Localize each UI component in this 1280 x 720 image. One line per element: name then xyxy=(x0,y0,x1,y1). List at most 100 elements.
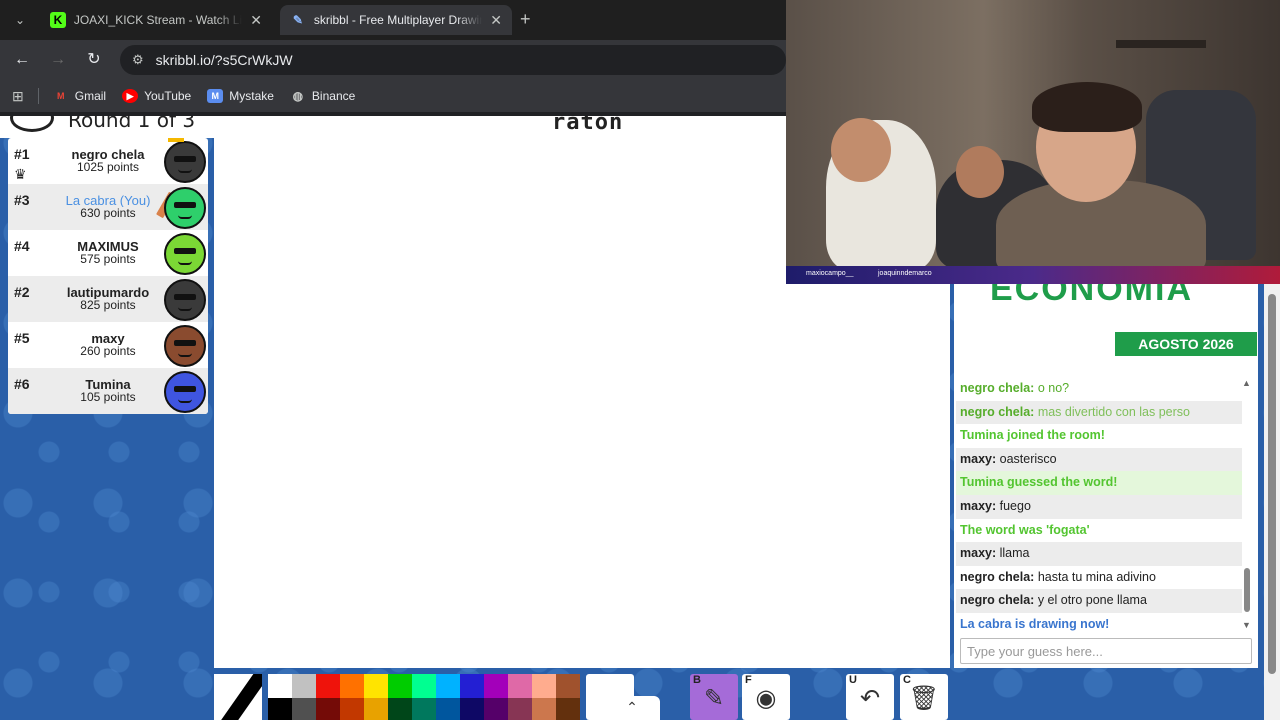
chat-scrollbar[interactable]: ▲ ▼ xyxy=(1242,378,1251,630)
player-row[interactable]: #5 maxy 260 points xyxy=(8,322,208,368)
game-header: Round 1 of 3 raton xyxy=(0,116,786,138)
close-tab-icon[interactable]: ✕ xyxy=(250,12,262,29)
drawing-canvas-extension[interactable] xyxy=(786,284,950,668)
player-row[interactable]: #6 Tumina 105 points xyxy=(8,368,208,414)
player-info: negro chela 1025 points xyxy=(52,148,164,174)
scroll-thumb[interactable] xyxy=(1244,568,1250,612)
guess-input[interactable] xyxy=(960,638,1252,664)
apps-grid-icon[interactable]: ⊞ xyxy=(12,88,24,105)
chat-messages: negro chela: o no? negro chela: mas diver… xyxy=(956,377,1242,637)
color-swatch[interactable] xyxy=(556,698,580,720)
bookmark-mystake[interactable]: M Mystake xyxy=(207,89,274,103)
message-text: y el otro pone llama xyxy=(1037,593,1147,608)
globe-icon: ◍ xyxy=(292,89,304,103)
skribbl-icon: ✎ xyxy=(292,13,303,27)
reload-icon[interactable]: ↻ xyxy=(84,50,104,70)
player-row[interactable]: #1 ♛ negro chela 1025 points xyxy=(8,138,208,184)
youtube-icon: ▶ xyxy=(122,89,139,103)
scroll-up-arrow-icon[interactable]: ▲ xyxy=(1242,378,1251,388)
message-text: llama xyxy=(999,546,1030,561)
tab-skribbl[interactable]: ✎ skribbl - Free Multiplayer Drawing ✕ xyxy=(280,5,512,35)
player-row[interactable]: #2 lautipumardo 825 points xyxy=(8,276,208,322)
color-swatch[interactable] xyxy=(316,674,340,698)
player-avatar xyxy=(164,141,206,183)
color-swatch[interactable] xyxy=(436,674,460,698)
crown-icon: ♛ xyxy=(14,166,27,182)
player-info: La cabra (You) 630 points xyxy=(52,194,164,220)
current-color-preview[interactable] xyxy=(214,674,262,720)
color-swatch[interactable] xyxy=(508,698,532,720)
player-points: 630 points xyxy=(80,206,136,220)
player-avatar xyxy=(164,279,206,321)
message-text: hasta tu mina adivino xyxy=(1037,569,1156,584)
page-scroll-thumb[interactable] xyxy=(1268,294,1276,674)
color-swatch[interactable] xyxy=(484,698,508,720)
drawing-canvas[interactable] xyxy=(214,138,786,668)
message-text: La cabra is drawing now! xyxy=(960,616,1110,631)
clock-icon xyxy=(10,116,54,132)
message-author: maxy: xyxy=(960,451,997,466)
color-swatch[interactable] xyxy=(388,698,412,720)
chevron-up-icon[interactable]: ⌃ xyxy=(604,696,660,720)
message-text: The word was 'fogata' xyxy=(960,522,1090,537)
color-swatch[interactable] xyxy=(340,674,364,698)
color-swatch[interactable] xyxy=(268,674,292,698)
color-swatch[interactable] xyxy=(484,674,508,698)
scroll-down-arrow-icon[interactable]: ▼ xyxy=(1242,620,1251,630)
color-swatch[interactable] xyxy=(292,698,316,720)
player-row[interactable]: #3 La cabra (You) 630 points xyxy=(8,184,208,230)
player-avatar xyxy=(164,187,206,229)
tab-kick-stream[interactable]: K JOAXI_KICK Stream - Watch Live ✕ xyxy=(40,5,272,35)
player-points: 575 points xyxy=(80,252,136,266)
new-tab-plus-icon[interactable]: + xyxy=(520,9,531,30)
player-row[interactable]: #4 MAXIMUS 575 points xyxy=(8,230,208,276)
undo-tool-button[interactable]: U ↶ xyxy=(846,674,894,720)
message-author: negro chela: xyxy=(960,593,1035,608)
color-swatch[interactable] xyxy=(460,698,484,720)
fill-tool-icon: ◉ xyxy=(755,685,777,712)
color-swatch[interactable] xyxy=(316,698,340,720)
clear-tool-button[interactable]: C 🗑 xyxy=(900,674,948,720)
bookmark-youtube[interactable]: ▶ YouTube xyxy=(122,89,191,103)
divider xyxy=(37,88,39,104)
mystake-icon: M xyxy=(207,89,224,103)
player-points: 105 points xyxy=(80,390,136,404)
color-swatch[interactable] xyxy=(364,698,388,720)
color-swatch[interactable] xyxy=(364,674,388,698)
color-swatch[interactable] xyxy=(556,674,580,698)
color-swatch[interactable] xyxy=(460,674,484,698)
crown-icon xyxy=(168,138,184,142)
browser-toolbar: ← → ↻ ⚙ skribbl.io/?s5CrWkJW xyxy=(0,40,786,80)
player-rank: #3 xyxy=(14,192,30,208)
bookmark-gmail[interactable]: M Gmail xyxy=(53,89,106,103)
message-author: negro chela: xyxy=(960,381,1035,395)
player-points: 825 points xyxy=(80,298,136,312)
message-author: negro chela: xyxy=(960,569,1035,584)
site-settings-icon[interactable]: ⚙ xyxy=(132,52,144,68)
color-swatch[interactable] xyxy=(532,674,556,698)
color-swatch[interactable] xyxy=(268,698,292,720)
brush-tool-button[interactable]: B ✎ xyxy=(690,674,738,720)
color-swatch[interactable] xyxy=(412,698,436,720)
chat-message: The word was 'fogata' xyxy=(956,519,1242,543)
tab-search-chevron-icon[interactable]: ⌄ xyxy=(8,9,32,31)
forward-arrow-icon[interactable]: → xyxy=(48,50,68,70)
chat-message: negro chela: mas divertido con las perso xyxy=(956,400,1242,425)
color-swatch[interactable] xyxy=(532,698,556,720)
color-swatch[interactable] xyxy=(292,674,316,698)
chat-message: maxy: oasterisco xyxy=(956,447,1242,472)
chat-message: negro chela: o no? xyxy=(956,377,1242,401)
message-author: maxy: xyxy=(960,498,997,513)
fill-tool-button[interactable]: F ◉ xyxy=(742,674,790,720)
chat-message: La cabra is drawing now! xyxy=(956,613,1242,637)
color-swatch[interactable] xyxy=(436,698,460,720)
back-arrow-icon[interactable]: ← xyxy=(12,50,32,70)
color-swatch[interactable] xyxy=(412,674,436,698)
color-swatch[interactable] xyxy=(508,674,532,698)
color-swatch[interactable] xyxy=(388,674,412,698)
address-bar[interactable]: ⚙ skribbl.io/?s5CrWkJW xyxy=(120,45,786,75)
page-scrollbar[interactable] xyxy=(1264,284,1280,720)
close-tab-icon[interactable]: ✕ xyxy=(490,12,502,29)
color-swatch[interactable] xyxy=(340,698,364,720)
bookmark-binance[interactable]: ◍ Binance xyxy=(290,89,356,103)
